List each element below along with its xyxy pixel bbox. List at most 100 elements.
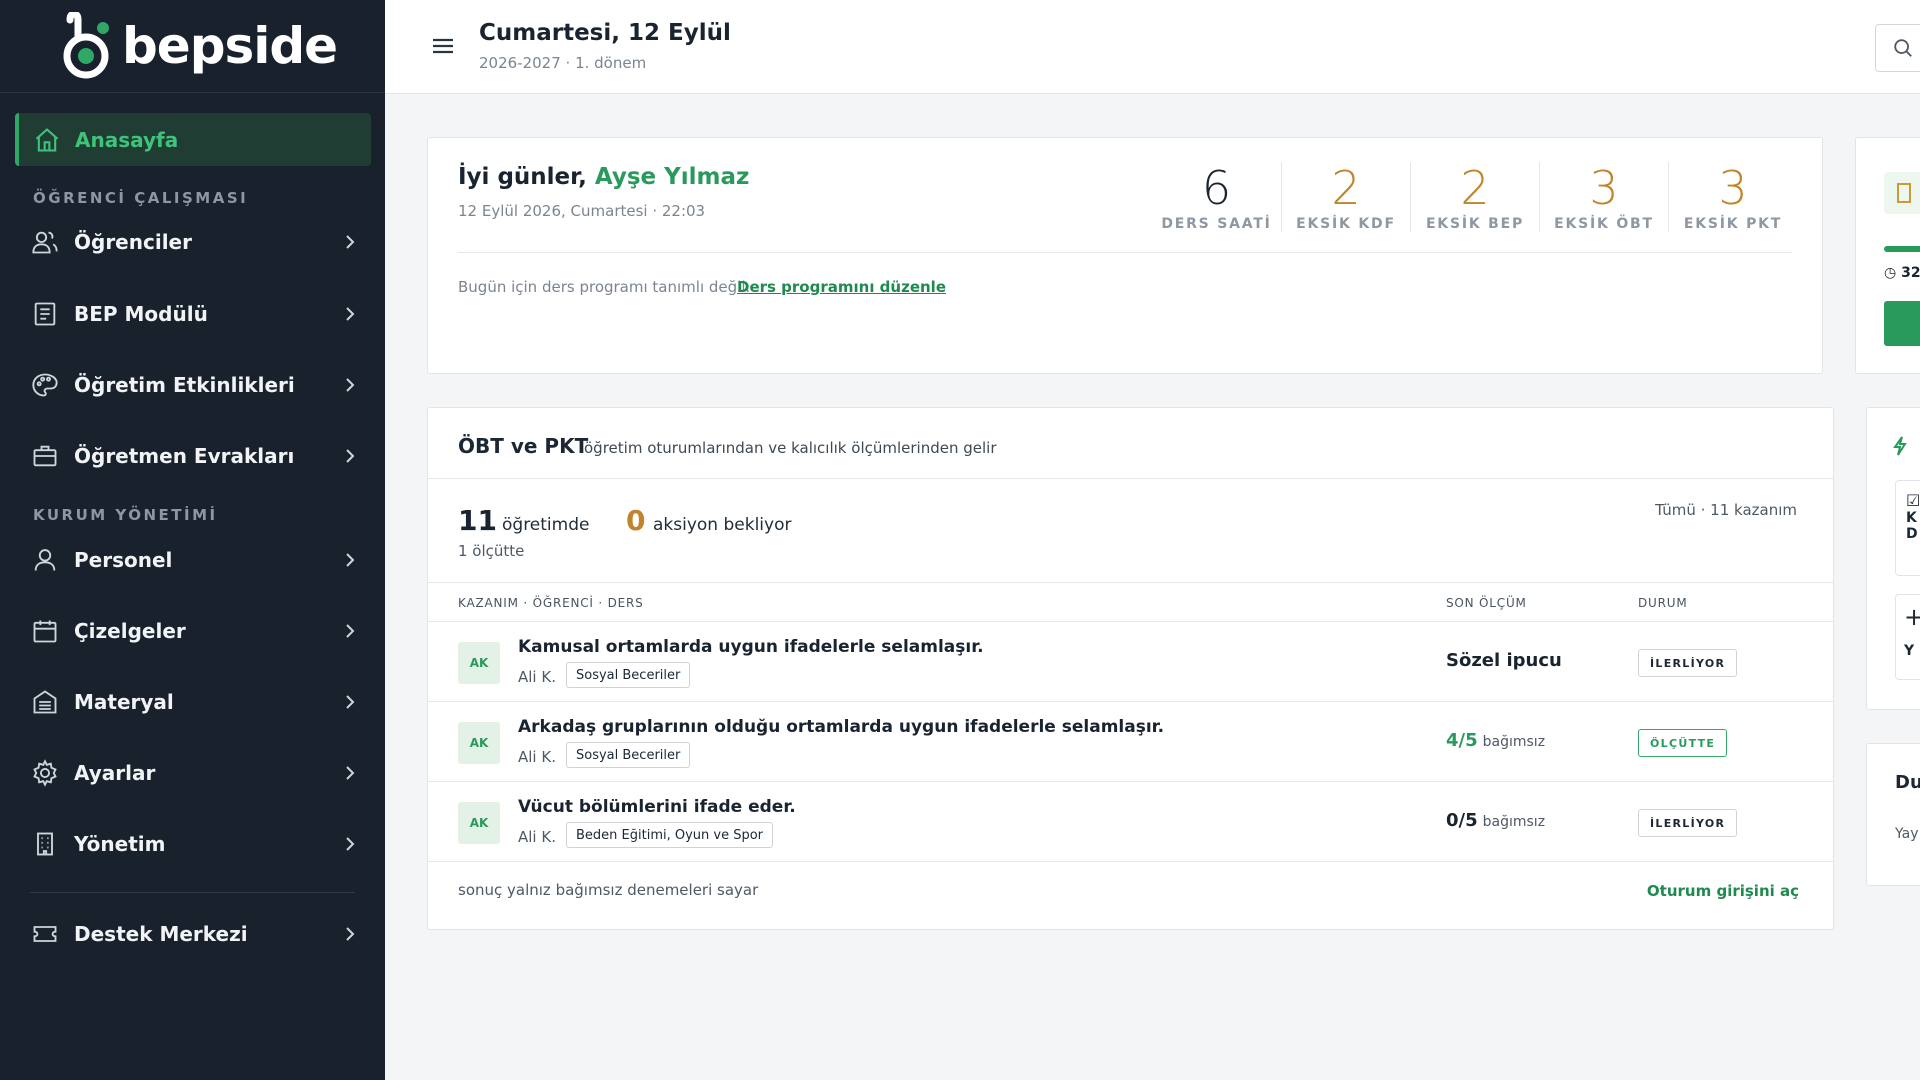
lightning-icon xyxy=(1893,436,1907,456)
section-title-kurum: KURUM YÖNETİMİ xyxy=(33,506,218,524)
stat-eksik-kdf[interactable]: 2 EKSİK KDF xyxy=(1281,162,1410,232)
student-name: Ali K. xyxy=(518,668,556,686)
sidebar-item-cizelgeler[interactable]: Çizelgeler xyxy=(30,611,360,651)
sidebar-item-materyal[interactable]: Materyal xyxy=(30,682,360,722)
sidebar-item-label: Öğretim Etkinlikleri xyxy=(74,373,295,397)
brand-logo[interactable]: bepside xyxy=(0,0,385,93)
column-header-durum: DURUM xyxy=(1638,596,1688,610)
course-tag: Sosyal Beceriler xyxy=(566,662,691,688)
status-badge: İLERLİYOR xyxy=(1638,649,1738,677)
search-button[interactable] xyxy=(1875,24,1920,72)
divider xyxy=(458,252,1792,253)
chevron-right-icon xyxy=(346,927,355,941)
column-header-kazanim: KAZANIM · ÖĞRENCİ · DERS xyxy=(458,596,644,610)
filter-all-kazanim[interactable]: Tümü · 11 kazanım xyxy=(1655,501,1797,519)
stat-eksik-bep[interactable]: 2 EKSİK BEP xyxy=(1410,162,1539,232)
sidebar-item-label: Personel xyxy=(74,548,173,572)
course-tag: Sosyal Beceriler xyxy=(566,742,691,768)
edit-schedule-link[interactable]: Ders programını düzenle xyxy=(737,278,946,296)
stat-value: 6 xyxy=(1201,161,1232,215)
card-header: ÖBT ve PKT öğretim oturumlarından ve kal… xyxy=(428,408,1833,479)
quick-action-tile[interactable]: ☑ K D xyxy=(1895,480,1920,576)
sidebar-item-yonetim[interactable]: Yönetim xyxy=(30,824,360,864)
sidebar-item-anasayfa[interactable]: Anasayfa xyxy=(15,113,371,166)
table-row[interactable]: AK Arkadaş gruplarının olduğu ortamlarda… xyxy=(428,702,1833,782)
page-title: Cumartesi, 12 Eylül xyxy=(479,20,731,46)
stat-eksik-pkt[interactable]: 3 EKSİK PKT xyxy=(1668,162,1797,232)
teaching-label: öğretimde xyxy=(502,515,590,535)
measure-note: 1 ölçütte xyxy=(458,542,525,560)
card-subtitle: Yay xyxy=(1895,826,1919,842)
course-tag: Beden Eğitimi, Oyun ve Spor xyxy=(566,822,774,848)
building-icon xyxy=(30,829,60,859)
quick-add-tile[interactable]: + Y xyxy=(1895,594,1920,680)
right-card-bottom: Du Yay xyxy=(1866,743,1920,886)
hamburger-menu-icon[interactable] xyxy=(431,36,455,56)
sidebar-item-bep-modulu[interactable]: BEP Modülü xyxy=(30,294,360,334)
sidebar-item-label: BEP Modülü xyxy=(74,302,208,326)
stat-label: EKSİK PKT xyxy=(1683,216,1783,232)
table-row[interactable]: AK Kamusal ortamlarda uygun ifadelerle s… xyxy=(428,622,1833,702)
tile-label-3: Y xyxy=(1904,643,1915,659)
card-description: öğretim oturumlarından ve kalıcılık ölçü… xyxy=(584,439,997,457)
briefcase-icon xyxy=(30,441,60,471)
stat-label: DERS SAATİ xyxy=(1161,216,1272,232)
stat-ders-saati[interactable]: 6 DERS SAATİ xyxy=(1152,162,1281,232)
sidebar: bepside Anasayfa ÖĞRENCİ ÇALIŞMASI Öğren… xyxy=(0,0,385,1080)
stat-value: 3 xyxy=(1718,161,1748,215)
sidebar-item-destek-merkezi[interactable]: Destek Merkezi xyxy=(30,914,360,954)
sidebar-item-label: Yönetim xyxy=(74,832,166,856)
sidebar-item-label: Materyal xyxy=(74,690,174,714)
clock-readout: ◷ 32 xyxy=(1884,265,1920,281)
avatar: AK xyxy=(458,642,500,684)
chevron-right-icon xyxy=(346,235,355,249)
open-session-link[interactable]: Oturum girişini aç xyxy=(1647,882,1799,900)
status-badge: İLERLİYOR xyxy=(1638,809,1738,837)
section-title-ogrenci: ÖĞRENCİ ÇALIŞMASI xyxy=(33,189,249,207)
tile-label-1: K xyxy=(1906,510,1917,526)
sidebar-item-ogretmen-evraklari[interactable]: Öğretmen Evrakları xyxy=(30,436,360,476)
greeting-title: İyi günler, Ayşe Yılmaz xyxy=(458,164,749,190)
sidebar-divider xyxy=(30,892,355,893)
primary-action-button[interactable] xyxy=(1884,301,1920,346)
sidebar-item-personel[interactable]: Personel xyxy=(30,540,360,580)
measurement-value: 0/5 xyxy=(1446,810,1478,831)
no-schedule-text: Bugün için ders programı tanımlı değil. xyxy=(458,278,751,296)
stat-value: 2 xyxy=(1460,161,1490,215)
chevron-right-icon xyxy=(346,378,355,392)
logo-mark-icon xyxy=(63,12,109,79)
sidebar-item-ogrenciler[interactable]: Öğrenciler xyxy=(30,222,360,262)
greeting-prefix: İyi günler, xyxy=(458,164,587,190)
user-icon xyxy=(30,545,60,575)
building-icon xyxy=(1884,172,1920,214)
chevron-right-icon xyxy=(346,307,355,321)
sidebar-item-label: Öğretmen Evrakları xyxy=(74,444,295,468)
stat-label: EKSİK BEP xyxy=(1425,216,1525,232)
sidebar-item-ogretim-etkinlikleri[interactable]: Öğretim Etkinlikleri xyxy=(30,365,360,405)
checkbox-icon: ☑ xyxy=(1906,491,1920,510)
card-title: ÖBT ve PKT xyxy=(458,434,589,458)
archive-icon xyxy=(30,687,60,717)
student-name: Ali K. xyxy=(518,828,556,846)
teaching-count: 11 xyxy=(458,504,497,537)
stat-eksik-obt[interactable]: 3 EKSİK ÖBT xyxy=(1539,162,1668,232)
measurement-sub: bağımsız xyxy=(1482,734,1546,750)
chevron-right-icon xyxy=(346,553,355,567)
column-header-son-olcum: SON ÖLÇÜM xyxy=(1446,596,1527,610)
kazanim-title: Arkadaş gruplarının olduğu ortamlarda uy… xyxy=(518,717,1165,737)
page-subtitle: 2026-2027 · 1. dönem xyxy=(479,54,647,72)
calendar-icon xyxy=(30,616,60,646)
kazanim-title: Vücut bölümlerini ifade eder. xyxy=(518,797,796,817)
table-row[interactable]: AK Vücut bölümlerini ifade eder. Ali K. … xyxy=(428,782,1833,862)
avatar: AK xyxy=(458,722,500,764)
stat-value: 2 xyxy=(1331,161,1361,215)
sidebar-item-ayarlar[interactable]: Ayarlar xyxy=(30,753,360,793)
measurement-value: Sözel ipucu xyxy=(1446,650,1562,671)
greeting-datetime: 12 Eylül 2026, Cumartesi · 22:03 xyxy=(458,202,706,220)
greeting-card: İyi günler, Ayşe Yılmaz 12 Eylül 2026, C… xyxy=(427,137,1823,374)
chevron-right-icon xyxy=(346,449,355,463)
sidebar-item-label: Destek Merkezi xyxy=(74,922,248,946)
kazanim-title: Kamusal ortamlarda uygun ifadelerle sela… xyxy=(518,637,984,657)
search-icon xyxy=(1894,39,1912,57)
stat-label: EKSİK ÖBT xyxy=(1554,216,1654,232)
